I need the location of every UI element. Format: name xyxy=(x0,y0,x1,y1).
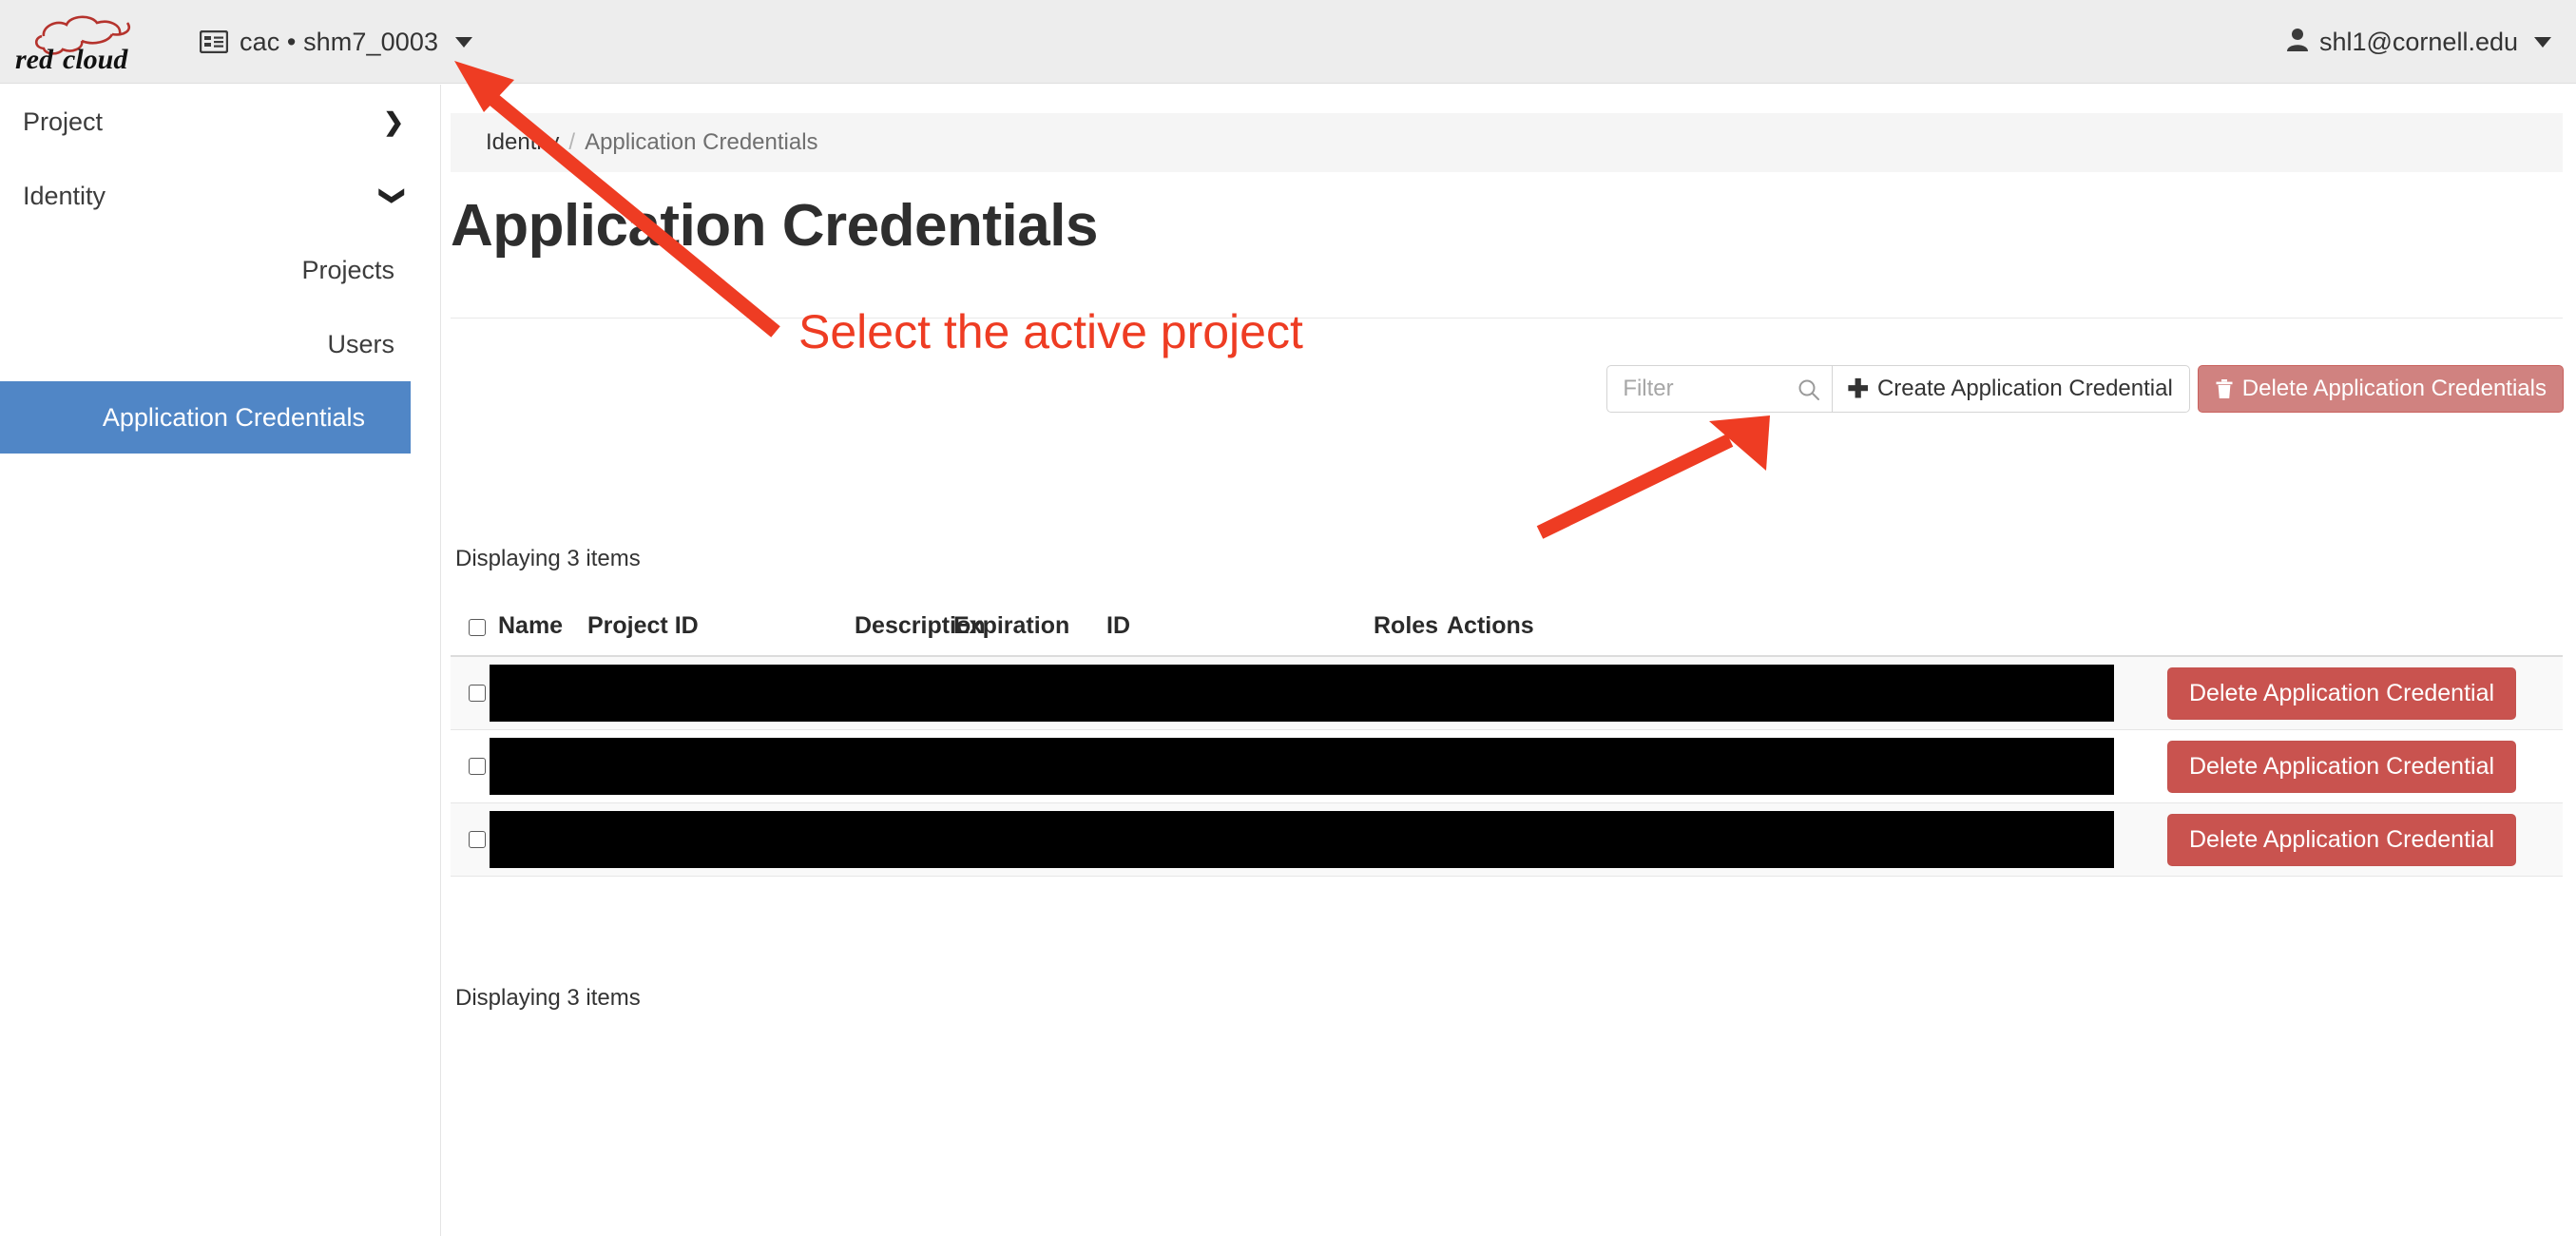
svg-text:red: red xyxy=(15,44,54,75)
main-content: Identity / Application Credentials Appli… xyxy=(442,85,2576,1236)
chevron-down-icon: ❯ xyxy=(379,185,409,206)
sidebar-group-project[interactable]: Project ❯ xyxy=(0,85,440,159)
svg-text:cloud: cloud xyxy=(63,44,128,75)
chevron-down-icon xyxy=(455,36,473,48)
redacted-row-content xyxy=(490,811,2114,868)
chevron-down-icon xyxy=(2534,36,2551,48)
redacted-row-content xyxy=(490,738,2114,795)
red-cloud-logo[interactable]: red cloud xyxy=(13,10,165,76)
breadcrumb-separator: / xyxy=(568,129,576,155)
sidebar-item-users-label: Users xyxy=(327,329,394,358)
project-switcher-label: cac • shm7_0003 xyxy=(240,27,439,56)
sidebar-item-projects[interactable]: Projects xyxy=(0,233,440,307)
chevron-right-icon: ❯ xyxy=(383,107,404,136)
application-credentials-table: Name Project ID Description Expiration I… xyxy=(451,603,2563,877)
sidebar: Project ❯ Identity ❯ Projects Users Appl… xyxy=(0,85,441,1236)
title-divider xyxy=(451,318,2563,319)
column-header-id[interactable]: ID xyxy=(1106,612,1130,640)
sidebar-item-users[interactable]: Users xyxy=(0,307,440,381)
user-icon xyxy=(2286,28,2309,57)
table-row: Delete Application Credential xyxy=(451,803,2563,877)
user-menu-label: shl1@cornell.edu xyxy=(2318,27,2518,56)
column-header-project-id[interactable]: Project ID xyxy=(587,612,699,640)
table-header-row: Name Project ID Description Expiration I… xyxy=(451,603,2563,657)
delete-application-credential-button[interactable]: Delete Application Credential xyxy=(2167,667,2517,720)
top-navigation-bar: red cloud cac • shm7_0003 shl1@cornell.e… xyxy=(0,0,2576,84)
create-application-credential-label: Create Application Credential xyxy=(1876,376,2173,401)
breadcrumb: Identity / Application Credentials xyxy=(451,113,2563,172)
sidebar-item-application-credentials-label: Application Credentials xyxy=(102,402,365,432)
sidebar-group-identity-label: Identity xyxy=(23,181,106,210)
items-count-bottom: Displaying 3 items xyxy=(455,985,641,1011)
delete-application-credentials-button[interactable]: Delete Application Credentials xyxy=(2197,365,2564,413)
filter-box xyxy=(1606,365,1834,413)
delete-application-credentials-label: Delete Application Credentials xyxy=(2241,376,2547,401)
page-title: Application Credentials xyxy=(451,193,1098,259)
sidebar-group-project-label: Project xyxy=(23,106,104,136)
column-header-actions: Actions xyxy=(1447,612,1534,639)
column-header-name[interactable]: Name xyxy=(498,612,563,640)
table-row: Delete Application Credential xyxy=(451,657,2563,730)
row-select-checkbox[interactable] xyxy=(469,758,486,775)
select-all-checkbox[interactable] xyxy=(469,619,486,636)
plus-icon: ✚ xyxy=(1847,374,1869,403)
row-select-checkbox[interactable] xyxy=(469,685,486,702)
delete-application-credential-button[interactable]: Delete Application Credential xyxy=(2167,741,2517,793)
items-count-top: Displaying 3 items xyxy=(455,546,641,571)
breadcrumb-identity[interactable]: Identity xyxy=(486,129,559,156)
sidebar-item-projects-label: Projects xyxy=(301,255,394,284)
sidebar-item-application-credentials[interactable]: Application Credentials xyxy=(0,381,411,454)
create-application-credential-button[interactable]: ✚ Create Application Credential xyxy=(1833,365,2190,413)
breadcrumb-current: Application Credentials xyxy=(585,129,818,155)
table-row: Delete Application Credential xyxy=(451,730,2563,803)
trash-icon xyxy=(2215,378,2234,399)
delete-application-credential-button[interactable]: Delete Application Credential xyxy=(2167,814,2517,866)
project-switcher[interactable]: cac • shm7_0003 xyxy=(199,23,473,61)
search-input[interactable] xyxy=(1607,366,1833,412)
column-header-expiration[interactable]: Expiration xyxy=(953,612,1069,640)
sidebar-group-identity[interactable]: Identity ❯ xyxy=(0,159,440,233)
table-toolbar: ✚ Create Application Credential Delete A… xyxy=(1606,365,2564,413)
user-menu[interactable]: shl1@cornell.edu xyxy=(2286,23,2551,61)
row-select-checkbox[interactable] xyxy=(469,831,486,848)
app-window: red cloud cac • shm7_0003 shl1@cornell.e… xyxy=(0,0,2576,1236)
redacted-row-content xyxy=(490,665,2114,722)
list-icon xyxy=(199,29,229,54)
column-header-roles[interactable]: Roles xyxy=(1374,612,1438,640)
